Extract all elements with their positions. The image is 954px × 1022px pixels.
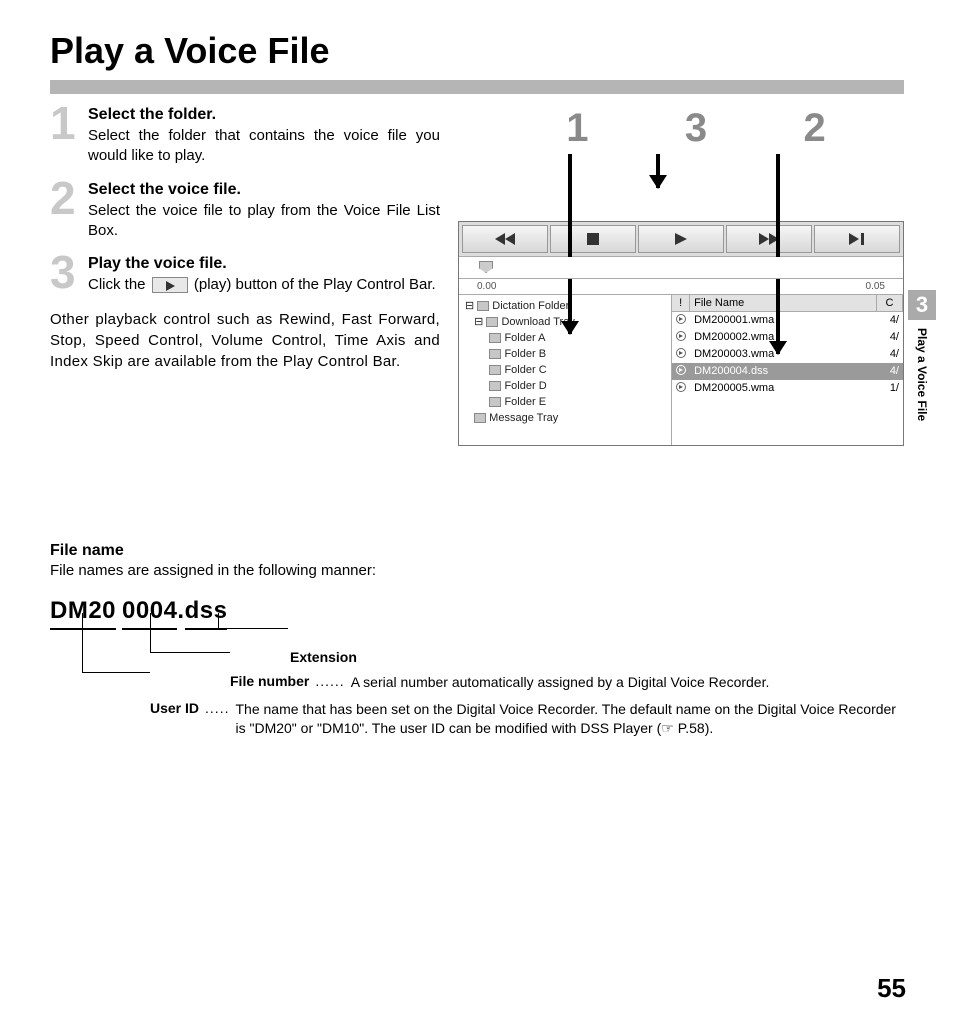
play-icon	[152, 277, 188, 293]
list-header: ! File Name C	[672, 295, 903, 312]
folder-icon	[489, 333, 501, 343]
step-title: Play the voice file.	[88, 255, 440, 273]
folder-icon	[474, 413, 486, 423]
file-name: DM200004.dss	[690, 364, 877, 379]
file-name: DM200001.wma	[690, 313, 877, 328]
step-body: Select the folder that contains the voic…	[88, 126, 440, 167]
step-number: 1	[50, 100, 76, 146]
filename-heading: File name	[50, 542, 904, 560]
tree-folder-b[interactable]: Folder B	[504, 348, 546, 360]
list-item[interactable]: DM200002.wma 4/	[672, 329, 903, 346]
step-3: 3 Play the voice file. Click the (play) …	[50, 255, 440, 295]
step-body: Click the (play) button of the Play Cont…	[88, 275, 440, 295]
folder-icon	[489, 381, 501, 391]
list-item[interactable]: DM200003.wma 4/	[672, 346, 903, 363]
filename-intro: File names are assigned in the following…	[50, 562, 904, 579]
dots: .....	[205, 700, 229, 716]
dots: ......	[315, 673, 344, 689]
step-2: 2 Select the voice file. Select the voic…	[50, 181, 440, 242]
file-extra: 4/	[877, 313, 903, 328]
time-end: 0.05	[866, 281, 885, 292]
legend-userid: User ID ..... The name that has been set…	[150, 700, 904, 738]
other-playback-text: Other playback control such as Rewind, F…	[50, 309, 440, 372]
legend-label: User ID	[150, 700, 199, 716]
legend-desc: A serial number automatically assigned b…	[351, 673, 904, 692]
legend-label: Extension	[290, 649, 357, 665]
step-body-before: Click the	[88, 276, 150, 293]
tree-message[interactable]: Message Tray	[489, 412, 558, 424]
col-extra[interactable]: C	[877, 295, 903, 311]
play-button[interactable]	[638, 225, 724, 253]
audio-file-icon	[676, 331, 686, 341]
audio-file-icon	[676, 314, 686, 324]
app-screenshot: 0.00 0.05 ⊟ Dictation Folder ⊟ Download …	[458, 221, 904, 446]
page-title: Play a Voice File	[50, 30, 904, 72]
arrow-down-icon	[568, 154, 572, 334]
col-priority[interactable]: !	[672, 295, 690, 311]
audio-file-icon	[676, 382, 686, 392]
play-control-bar	[459, 222, 903, 257]
tree-folder-d[interactable]: Folder D	[504, 380, 546, 392]
chapter-title: Play a Voice File	[915, 328, 929, 421]
step-body-after: (play) button of the Play Control Bar.	[194, 276, 436, 293]
list-item[interactable]: DM200005.wma 1/	[672, 380, 903, 397]
time-start: 0.00	[477, 281, 496, 292]
folder-icon	[489, 397, 501, 407]
folder-icon	[489, 349, 501, 359]
legend-filenumber: File number ...... A serial number autom…	[230, 673, 904, 692]
tree-root[interactable]: Dictation Folder	[492, 300, 569, 312]
voice-file-list[interactable]: ! File Name C DM200001.wma 4/ DM200002.w…	[672, 295, 903, 445]
folder-icon	[489, 365, 501, 375]
folder-icon	[486, 317, 498, 327]
legend-extension: Extension	[290, 649, 904, 665]
folder-tree[interactable]: ⊟ Dictation Folder ⊟ Download Tray Folde…	[459, 295, 672, 445]
connector-line	[218, 613, 288, 629]
file-extra: 1/	[877, 381, 903, 396]
stop-button[interactable]	[550, 225, 636, 253]
folder-icon	[477, 301, 489, 311]
side-tab: 3 Play a Voice File	[908, 290, 936, 421]
col-filename[interactable]: File Name	[690, 295, 877, 311]
tree-folder-e[interactable]: Folder E	[504, 396, 546, 408]
timeline: 0.00 0.05	[459, 279, 903, 295]
step-title: Select the voice file.	[88, 181, 440, 199]
slider-thumb-icon[interactable]	[479, 261, 493, 273]
file-extra: 4/	[877, 330, 903, 345]
file-name: DM200005.wma	[690, 381, 877, 396]
fast-forward-button[interactable]	[726, 225, 812, 253]
position-slider[interactable]	[459, 257, 903, 279]
legend-desc: The name that has been set on the Digita…	[235, 700, 904, 738]
tree-folder-a[interactable]: Folder A	[504, 332, 545, 344]
rewind-button[interactable]	[462, 225, 548, 253]
step-title: Select the folder.	[88, 106, 440, 124]
step-number: 2	[50, 175, 76, 221]
arrow-down-icon	[656, 154, 660, 188]
callout-1: 1	[562, 106, 592, 151]
legend-label: File number	[230, 673, 309, 689]
tree-folder-c[interactable]: Folder C	[504, 364, 546, 376]
audio-file-icon	[676, 348, 686, 358]
step-number: 3	[50, 249, 76, 295]
file-extra: 4/	[877, 364, 903, 379]
callout-2: 2	[800, 106, 830, 151]
skip-end-button[interactable]	[814, 225, 900, 253]
chapter-number: 3	[908, 290, 936, 320]
title-rule	[50, 80, 904, 94]
file-extra: 4/	[877, 347, 903, 362]
list-item-selected[interactable]: DM200004.dss 4/	[672, 363, 903, 380]
arrow-down-icon	[776, 154, 780, 354]
callout-3: 3	[681, 106, 711, 151]
page-number: 55	[877, 973, 906, 1004]
list-item[interactable]: DM200001.wma 4/	[672, 312, 903, 329]
step-body: Select the voice file to play from the V…	[88, 201, 440, 242]
audio-file-icon	[676, 365, 686, 375]
step-1: 1 Select the folder. Select the folder t…	[50, 106, 440, 167]
